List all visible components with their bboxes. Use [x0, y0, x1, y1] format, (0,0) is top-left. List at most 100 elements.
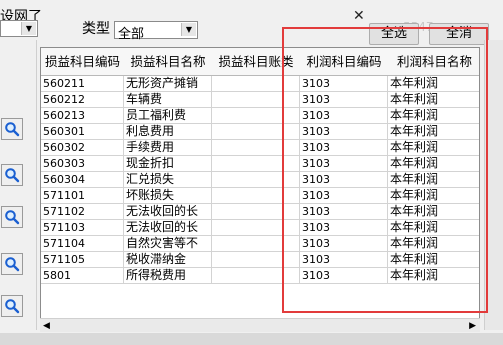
cell-profit-name[interactable]: 本年利润: [388, 268, 479, 284]
cell-loss-code[interactable]: 560302: [41, 140, 124, 156]
cell-profit-name[interactable]: 本年利润: [388, 140, 479, 156]
cell-loss-code[interactable]: 560304: [41, 172, 124, 188]
cell-loss-account-type[interactable]: [212, 204, 300, 220]
cell-loss-code[interactable]: 571105: [41, 252, 124, 268]
cell-loss-account-type[interactable]: [212, 220, 300, 236]
select-all-button[interactable]: 全选: [369, 23, 419, 45]
cell-profit-code[interactable]: 3103: [300, 108, 388, 124]
cell-loss-code[interactable]: 571104: [41, 236, 124, 252]
table-row[interactable]: 560304 汇兑损失 3103 本年利润: [41, 172, 479, 188]
cell-loss-code[interactable]: 571101: [41, 188, 124, 204]
cell-loss-name[interactable]: 自然灾害等不: [124, 236, 212, 252]
cell-loss-account-type[interactable]: [212, 76, 300, 92]
cell-profit-code[interactable]: 3103: [300, 188, 388, 204]
cell-loss-code[interactable]: 571102: [41, 204, 124, 220]
cell-profit-code[interactable]: 3103: [300, 76, 388, 92]
cell-profit-name[interactable]: 本年利润: [388, 156, 479, 172]
cell-loss-code[interactable]: 560213: [41, 108, 124, 124]
cell-loss-name[interactable]: 税收滞纳金: [124, 252, 212, 268]
table-row[interactable]: 571104 自然灾害等不 3103 本年利润: [41, 236, 479, 252]
cell-profit-name[interactable]: 本年利润: [388, 220, 479, 236]
close-icon[interactable]: ✕: [353, 8, 365, 24]
table-row[interactable]: 5801 所得税费用 3103 本年利润: [41, 268, 479, 284]
table-row[interactable]: 571101 坏账损失 3103 本年利润: [41, 188, 479, 204]
cell-loss-account-type[interactable]: [212, 236, 300, 252]
cell-loss-code[interactable]: 560303: [41, 156, 124, 172]
col-header-profit-code[interactable]: 利润科目编码: [300, 48, 389, 76]
table-row[interactable]: 571102 无法收回的长 3103 本年利润: [41, 204, 479, 220]
search-icon: [5, 210, 20, 225]
table-row[interactable]: 560302 手续费用 3103 本年利润: [41, 140, 479, 156]
table-row[interactable]: 560212 车辆费 3103 本年利润: [41, 92, 479, 108]
cell-loss-code[interactable]: 5801: [41, 268, 124, 284]
cell-loss-account-type[interactable]: [212, 188, 300, 204]
cell-loss-account-type[interactable]: [212, 124, 300, 140]
cell-profit-name[interactable]: 本年利润: [388, 92, 479, 108]
cell-loss-name[interactable]: 所得税费用: [124, 268, 212, 284]
cell-loss-name[interactable]: 现金折扣: [124, 156, 212, 172]
cell-profit-code[interactable]: 3103: [300, 156, 388, 172]
cell-loss-name[interactable]: 无形资产摊销: [124, 76, 212, 92]
cell-loss-name[interactable]: 汇兑损失: [124, 172, 212, 188]
cell-loss-account-type[interactable]: [212, 140, 300, 156]
table-row[interactable]: 560303 现金折扣 3103 本年利润: [41, 156, 479, 172]
type-dropdown[interactable]: 全部 ▼: [114, 21, 198, 42]
search-button[interactable]: [1, 253, 23, 275]
table-row[interactable]: 560213 员工福利费 3103 本年利润: [41, 108, 479, 124]
cell-loss-code[interactable]: 571103: [41, 220, 124, 236]
cell-profit-code[interactable]: 3103: [300, 220, 388, 236]
cell-loss-account-type[interactable]: [212, 156, 300, 172]
cell-profit-name[interactable]: 本年利润: [388, 204, 479, 220]
table-row[interactable]: 560211 无形资产摊销 3103 本年利润: [41, 76, 479, 92]
cell-loss-account-type[interactable]: [212, 268, 300, 284]
cell-profit-name[interactable]: 本年利润: [388, 188, 479, 204]
search-button[interactable]: [1, 118, 23, 140]
cell-profit-code[interactable]: 3103: [300, 140, 388, 156]
cell-profit-name[interactable]: 本年利润: [388, 76, 479, 92]
cell-profit-name[interactable]: 本年利润: [388, 172, 479, 188]
search-button[interactable]: [1, 206, 23, 228]
table-row[interactable]: 571103 无法收回的长 3103 本年利润: [41, 220, 479, 236]
cell-loss-code[interactable]: 560301: [41, 124, 124, 140]
search-icon: [5, 122, 20, 137]
cell-profit-name[interactable]: 本年利润: [388, 108, 479, 124]
scroll-left-icon[interactable]: ◀: [43, 319, 50, 333]
scroll-right-icon[interactable]: ▶: [469, 319, 476, 333]
horizontal-scrollbar[interactable]: ◀ ▶: [40, 318, 480, 332]
table-row[interactable]: 560301 利息费用 3103 本年利润: [41, 124, 479, 140]
cell-loss-name[interactable]: 员工福利费: [124, 108, 212, 124]
cell-loss-name[interactable]: 车辆费: [124, 92, 212, 108]
col-header-loss-account-type[interactable]: 损益科目账类: [212, 48, 301, 76]
cell-profit-name[interactable]: 本年利润: [388, 252, 479, 268]
cell-profit-code[interactable]: 3103: [300, 252, 388, 268]
cell-profit-name[interactable]: 本年利润: [388, 236, 479, 252]
chevron-down-icon[interactable]: ▼: [181, 23, 196, 36]
cell-profit-code[interactable]: 3103: [300, 124, 388, 140]
cell-loss-name[interactable]: 手续费用: [124, 140, 212, 156]
cell-loss-account-type[interactable]: [212, 172, 300, 188]
cell-loss-code[interactable]: 560212: [41, 92, 124, 108]
cell-loss-name[interactable]: 坏账损失: [124, 188, 212, 204]
cell-profit-code[interactable]: 3103: [300, 204, 388, 220]
col-header-loss-name[interactable]: 损益科目名称: [124, 48, 213, 76]
cell-profit-name[interactable]: 本年利润: [388, 124, 479, 140]
search-button[interactable]: [1, 295, 23, 317]
col-header-profit-name[interactable]: 利润科目名称: [388, 48, 479, 76]
cell-loss-name[interactable]: 利息费用: [124, 124, 212, 140]
cell-profit-code[interactable]: 3103: [300, 92, 388, 108]
cell-loss-account-type[interactable]: [212, 92, 300, 108]
col-header-loss-code[interactable]: 损益科目编码: [41, 48, 125, 76]
cell-loss-name[interactable]: 无法收回的长: [124, 220, 212, 236]
cell-profit-code[interactable]: 3103: [300, 172, 388, 188]
chevron-down-icon[interactable]: ▼: [21, 22, 36, 35]
clear-all-button[interactable]: 全消: [429, 23, 489, 45]
cell-loss-code[interactable]: 560211: [41, 76, 124, 92]
cell-loss-account-type[interactable]: [212, 252, 300, 268]
cell-profit-code[interactable]: 3103: [300, 236, 388, 252]
cell-profit-code[interactable]: 3103: [300, 268, 388, 284]
cell-loss-name[interactable]: 无法收回的长: [124, 204, 212, 220]
search-button[interactable]: [1, 164, 23, 186]
cell-loss-account-type[interactable]: [212, 108, 300, 124]
table-row[interactable]: 571105 税收滞纳金 3103 本年利润: [41, 252, 479, 268]
left-dropdown[interactable]: ▼: [0, 20, 38, 37]
